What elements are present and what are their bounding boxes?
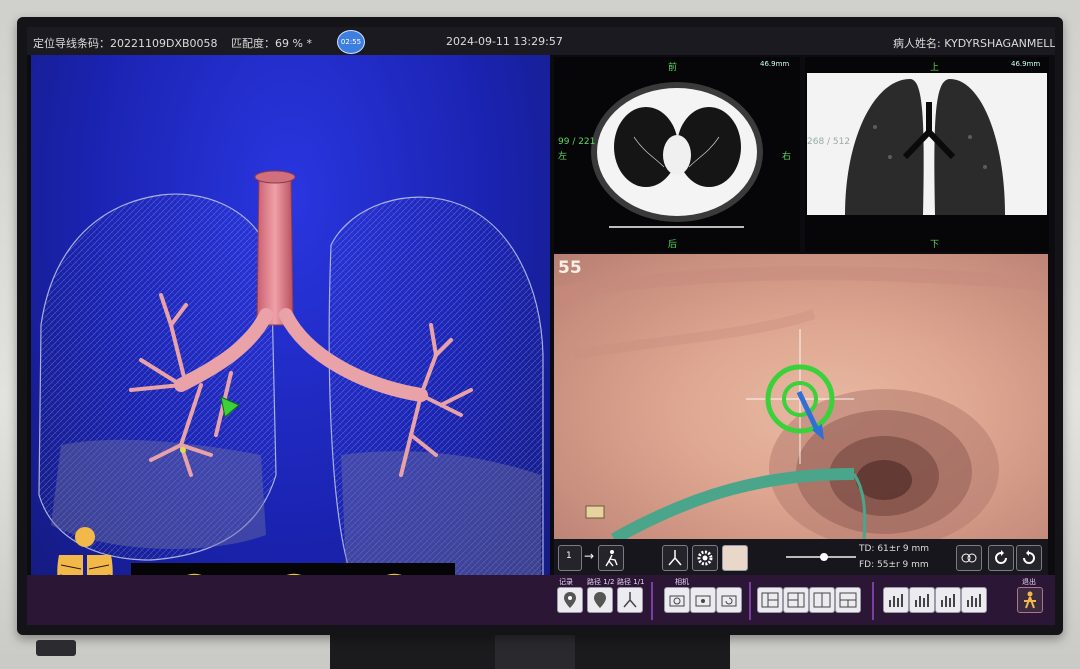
layout-4-icon[interactable]: [835, 587, 861, 613]
fd-readout: FD: 55±r 9 mm: [859, 560, 929, 570]
record-label: 记录: [559, 578, 573, 586]
ct-coronal-view[interactable]: 上 下 268 / 512 46.9mm: [805, 57, 1049, 252]
navigation-controls: 1 → TD: 61±r 9 mm FD: 55±r 9 mm: [554, 539, 1048, 575]
path1-label: 路径 1/2: [587, 578, 615, 586]
rotate-left-icon[interactable]: [988, 545, 1014, 571]
ct-axial-view[interactable]: 前 左 右 后 99 / 221 46.9mm: [554, 57, 800, 252]
axial-orient-bottom: 后: [668, 240, 678, 250]
bar-chart-3-icon[interactable]: [935, 587, 961, 613]
camera-refresh-icon[interactable]: [716, 587, 742, 613]
coronal-scale: 46.9mm: [1011, 60, 1041, 68]
axial-slice-index: 99 / 221: [558, 137, 596, 147]
camera-alt-icon[interactable]: [690, 587, 716, 613]
virtual-bronchoscopy-view[interactable]: 55: [554, 254, 1048, 539]
coronal-orient-bottom: 下: [930, 240, 940, 250]
walk-icon[interactable]: [598, 545, 624, 571]
bar-chart-4-icon[interactable]: [961, 587, 987, 613]
session-timer[interactable]: 02:55: [337, 30, 365, 54]
monitor-stand-neck: [495, 635, 575, 669]
axial-orient-left: 左: [558, 152, 568, 162]
status-bar: 定位导线条码：20221109DXB0058 匹配度：69 % * 02:55 …: [27, 27, 1055, 55]
layout-2-icon[interactable]: [783, 587, 809, 613]
bar-chart-1-icon[interactable]: [883, 587, 909, 613]
location-check-icon[interactable]: [557, 587, 583, 613]
navigation-screen: 定位导线条码：20221109DXB0058 匹配度：69 % * 02:55 …: [27, 27, 1055, 625]
axial-orient-right: 右: [782, 152, 792, 162]
exit-label: 退出: [1022, 578, 1036, 586]
endo-frame-label: 55: [558, 258, 582, 278]
datetime: 2024-09-11 13:29:57: [446, 35, 563, 48]
axial-orient-top: 前: [668, 63, 678, 73]
arrow-right-icon: →: [584, 549, 595, 563]
branch-icon[interactable]: [662, 545, 688, 571]
bar-chart-2-icon[interactable]: [909, 587, 935, 613]
rotate-right-icon[interactable]: [1016, 545, 1042, 571]
layout-3-icon[interactable]: [809, 587, 835, 613]
location-pin-icon[interactable]: [587, 587, 613, 613]
axial-scale: 46.9mm: [760, 60, 790, 68]
monitor-logo: [36, 640, 76, 656]
camera-icon[interactable]: [664, 587, 690, 613]
exit-icon[interactable]: [1017, 587, 1043, 613]
coronal-orient-top: 上: [930, 63, 940, 73]
step-selector[interactable]: 1: [558, 545, 582, 571]
path-branch-icon[interactable]: [617, 587, 643, 613]
coronal-slice-index: 268 / 512: [807, 137, 851, 147]
view-mode-icon[interactable]: [956, 545, 982, 571]
patient-name: 病人姓名: KYDYRSHAGANMELLAT: [893, 37, 1055, 50]
catheter-barcode: 定位导线条码：20221109DXB0058: [33, 37, 218, 50]
camera-label: 相机: [675, 578, 689, 586]
zoom-slider[interactable]: [786, 553, 856, 561]
gear-icon[interactable]: [692, 545, 718, 571]
td-readout: TD: 61±r 9 mm: [859, 544, 929, 554]
match-rate: 匹配度：69 % *: [231, 37, 312, 50]
lung-3d-view[interactable]: [31, 55, 550, 625]
layout-1-icon[interactable]: [757, 587, 783, 613]
path2-label: 路径 1/1: [617, 578, 645, 586]
overlay-toggle-icon[interactable]: [722, 545, 748, 571]
